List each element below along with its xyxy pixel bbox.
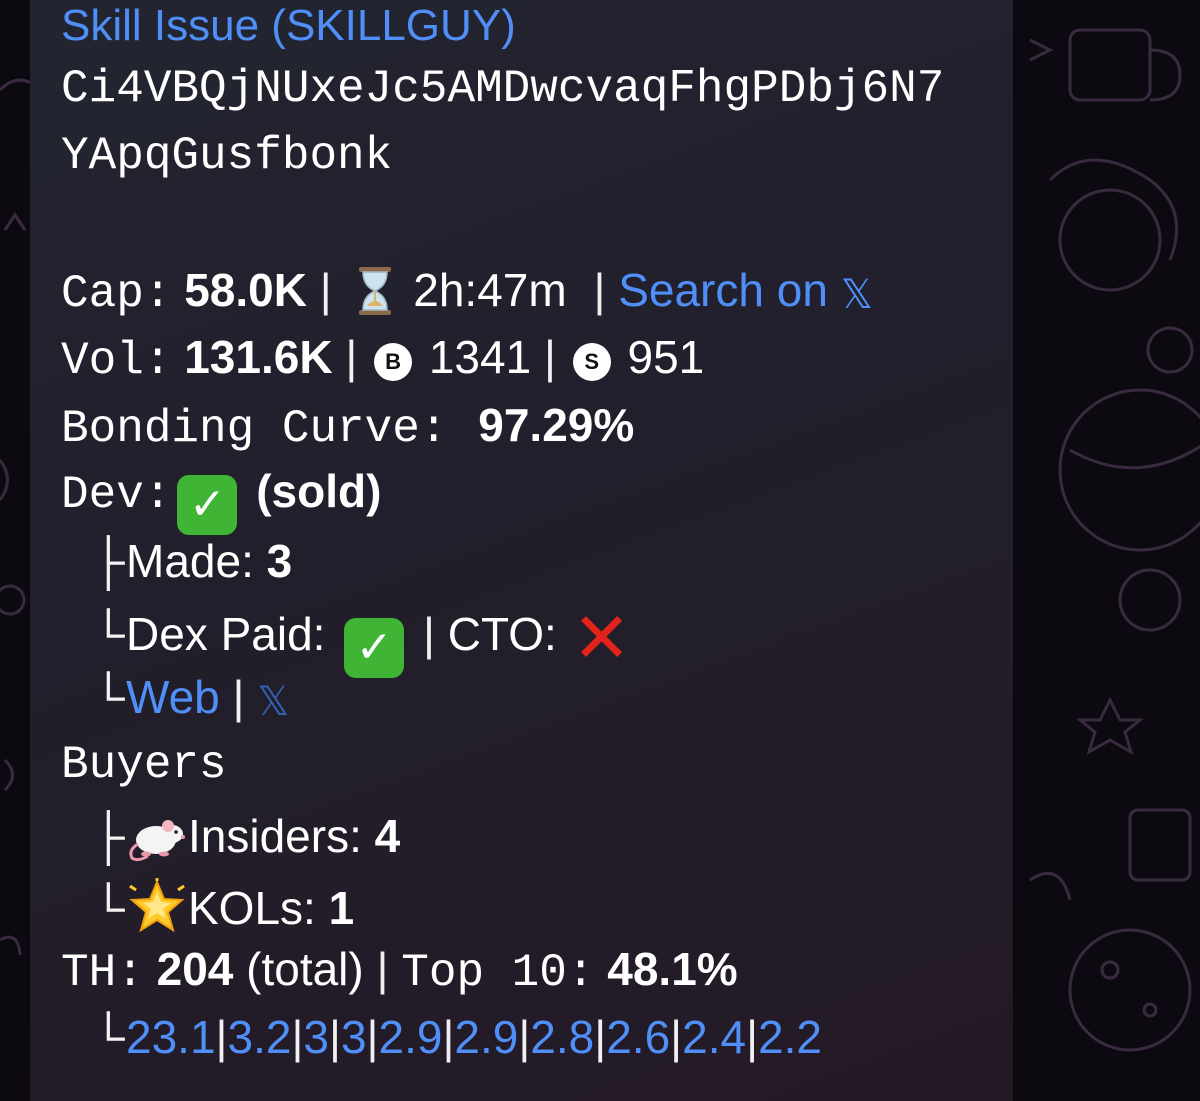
sells-count: 951 (627, 331, 705, 383)
insiders-value: 4 (374, 810, 401, 862)
holder-link[interactable]: 2.2 (758, 1011, 822, 1063)
holders-total: 204 (156, 943, 234, 995)
x-logo-icon[interactable]: 𝕏 (257, 682, 289, 722)
cap-label: Cap: (61, 268, 172, 320)
separator: | (594, 1011, 607, 1063)
cto-label: CTO: (447, 608, 557, 660)
holder-link[interactable]: 23.1 (126, 1011, 216, 1063)
search-on-x-link[interactable]: Search on 𝕏 (618, 264, 873, 316)
contract-address-line-1[interactable]: Ci4VBQjNUxeJc5AMDwcvaqFhgPDbj6N7 (61, 66, 944, 112)
kols-row: └ KOLs: 1 (92, 878, 354, 941)
separator: | (328, 1011, 341, 1063)
token-name-link[interactable]: Skill Issue (SKILLGUY) (61, 4, 516, 48)
vol-value: 131.6K (184, 331, 333, 383)
separator: | (345, 331, 358, 383)
cap-value: 58.0K (184, 264, 307, 316)
holder-link[interactable]: 3.2 (227, 1011, 291, 1063)
buyers-heading: Buyers (61, 739, 227, 791)
tree-branch: ├ (92, 810, 125, 862)
rat-icon (126, 810, 188, 869)
holders-row: TH: 204 (total) | Top 10: 48.1% (61, 946, 738, 996)
bonding-curve-row: Bonding Curve: 97.29% (61, 402, 634, 452)
hourglass-icon (358, 266, 392, 323)
bonding-curve-label: Bonding Curve: (61, 403, 448, 455)
vol-label: Vol: (61, 335, 172, 387)
top10-label: Top 10: (401, 947, 595, 999)
separator: | (593, 264, 606, 316)
top10-value: 48.1% (607, 943, 738, 995)
check-icon: ✓ (177, 475, 238, 535)
separator: | (319, 264, 332, 316)
holder-link[interactable]: 2.4 (682, 1011, 746, 1063)
dev-row: Dev: ✓ (sold) (61, 468, 381, 535)
holder-link[interactable]: 2.8 (530, 1011, 594, 1063)
separator: | (376, 943, 389, 995)
th-label: TH: (61, 947, 144, 999)
cap-row: Cap: 58.0K | 2h:47m | Search on 𝕏 (61, 266, 873, 323)
holder-link[interactable]: 3 (303, 1011, 329, 1063)
cross-icon: ✕ (572, 597, 631, 679)
tree-branch-last: └ (92, 1011, 125, 1063)
buys-badge-icon: B (374, 343, 413, 381)
holders-total-suffix: (total) (246, 943, 364, 995)
volume-row: Vol: 131.6K | B 1341 | S 951 (61, 334, 704, 384)
separator: | (291, 1011, 304, 1063)
web-link[interactable]: Web (126, 671, 220, 723)
insiders-label: Insiders: (188, 810, 362, 862)
links-row: └Web | 𝕏 (92, 674, 290, 722)
tree-branch-last: └ (92, 882, 125, 934)
dex-paid-row: └Dex Paid: ✓ | CTO: ✕ (92, 597, 634, 679)
made-label: Made: (126, 535, 254, 587)
separator: | (423, 608, 435, 660)
holder-link[interactable]: 3 (341, 1011, 367, 1063)
holder-link[interactable]: 2.9 (378, 1011, 442, 1063)
kols-value: 1 (328, 882, 355, 934)
tree-branch-last: └ (92, 671, 125, 723)
buys-count: 1341 (428, 331, 532, 383)
dev-label: Dev: (61, 469, 172, 521)
tree-branch-last: └ (92, 608, 125, 660)
bonding-curve-value: 97.29% (478, 399, 635, 451)
separator: | (366, 1011, 379, 1063)
tree-branch: ├ (92, 535, 125, 587)
holder-link[interactable]: 2.9 (454, 1011, 518, 1063)
check-icon: ✓ (344, 618, 405, 678)
dev-status: (sold) (256, 465, 382, 517)
search-on-x-label: Search on (618, 264, 828, 316)
separator: | (215, 1011, 228, 1063)
contract-address-line-2[interactable]: YApqGusfbonk (61, 133, 392, 179)
token-age: 2h:47m (413, 264, 567, 316)
separator: | (670, 1011, 683, 1063)
separator: | (543, 331, 556, 383)
separator: | (442, 1011, 455, 1063)
dex-paid-label: Dex Paid: (126, 608, 326, 660)
sells-badge-icon: S (572, 343, 611, 381)
glowing-star-icon (126, 878, 188, 941)
x-logo-icon: 𝕏 (840, 272, 873, 318)
separator: | (518, 1011, 531, 1063)
insiders-row: ├ Insiders: 4 (92, 810, 400, 869)
message-bubble: Skill Issue (SKILLGUY) Ci4VBQjNUxeJc5AMD… (30, 0, 1013, 1101)
separator: | (232, 671, 245, 723)
made-value: 3 (266, 535, 293, 587)
top-holders-row: └23.1|3.2|3|3|2.9|2.9|2.8|2.6|2.4|2.2 (92, 1014, 822, 1060)
dev-made-row: ├Made: 3 (92, 538, 292, 584)
separator: | (746, 1011, 759, 1063)
holder-link[interactable]: 2.6 (606, 1011, 670, 1063)
kols-label: KOLs: (188, 882, 316, 934)
